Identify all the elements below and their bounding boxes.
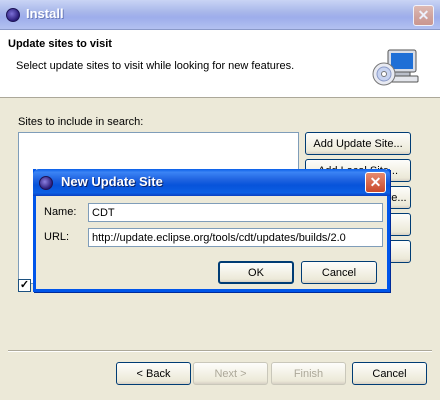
window-close-button[interactable]: ✕: [413, 5, 434, 26]
cancel-button[interactable]: Cancel: [352, 362, 427, 385]
back-button[interactable]: < Back: [116, 362, 191, 385]
dialog-close-button[interactable]: ✕: [365, 172, 386, 193]
dialog-title: New Update Site: [61, 174, 163, 189]
add-update-site-button[interactable]: Add Update Site...: [305, 132, 411, 155]
finish-button[interactable]: Finish: [271, 362, 346, 385]
wizard-header: Update sites to visit Select update site…: [0, 30, 440, 98]
name-label: Name:: [44, 206, 77, 218]
eclipse-icon: [6, 8, 20, 22]
close-icon: ✕: [369, 174, 382, 190]
dialog-titlebar: New Update Site ✕: [33, 169, 390, 196]
name-field[interactable]: [88, 203, 383, 222]
checkmark-icon: ✓: [19, 279, 30, 291]
next-button[interactable]: Next >: [193, 362, 268, 385]
url-field[interactable]: [88, 228, 383, 247]
page-description: Select update sites to visit while looki…: [16, 60, 295, 72]
dialog-cancel-button[interactable]: Cancel: [301, 261, 377, 284]
eclipse-icon: [39, 176, 53, 190]
page-title: Update sites to visit: [8, 38, 112, 50]
ok-button[interactable]: OK: [218, 261, 294, 284]
url-label: URL:: [44, 231, 70, 243]
dialog-body: Name: URL: OK Cancel: [36, 196, 387, 289]
option-checkbox[interactable]: ✓: [18, 279, 31, 292]
computer-cd-icon: [372, 49, 419, 86]
window-titlebar: Install ✕: [0, 0, 440, 30]
sites-label: Sites to include in search:: [18, 116, 144, 128]
close-icon: ✕: [417, 7, 430, 23]
new-update-site-dialog: New Update Site ✕ Name: URL: OK Cancel: [33, 169, 390, 292]
window-title: Install: [26, 6, 64, 21]
footer-separator: [8, 350, 432, 352]
